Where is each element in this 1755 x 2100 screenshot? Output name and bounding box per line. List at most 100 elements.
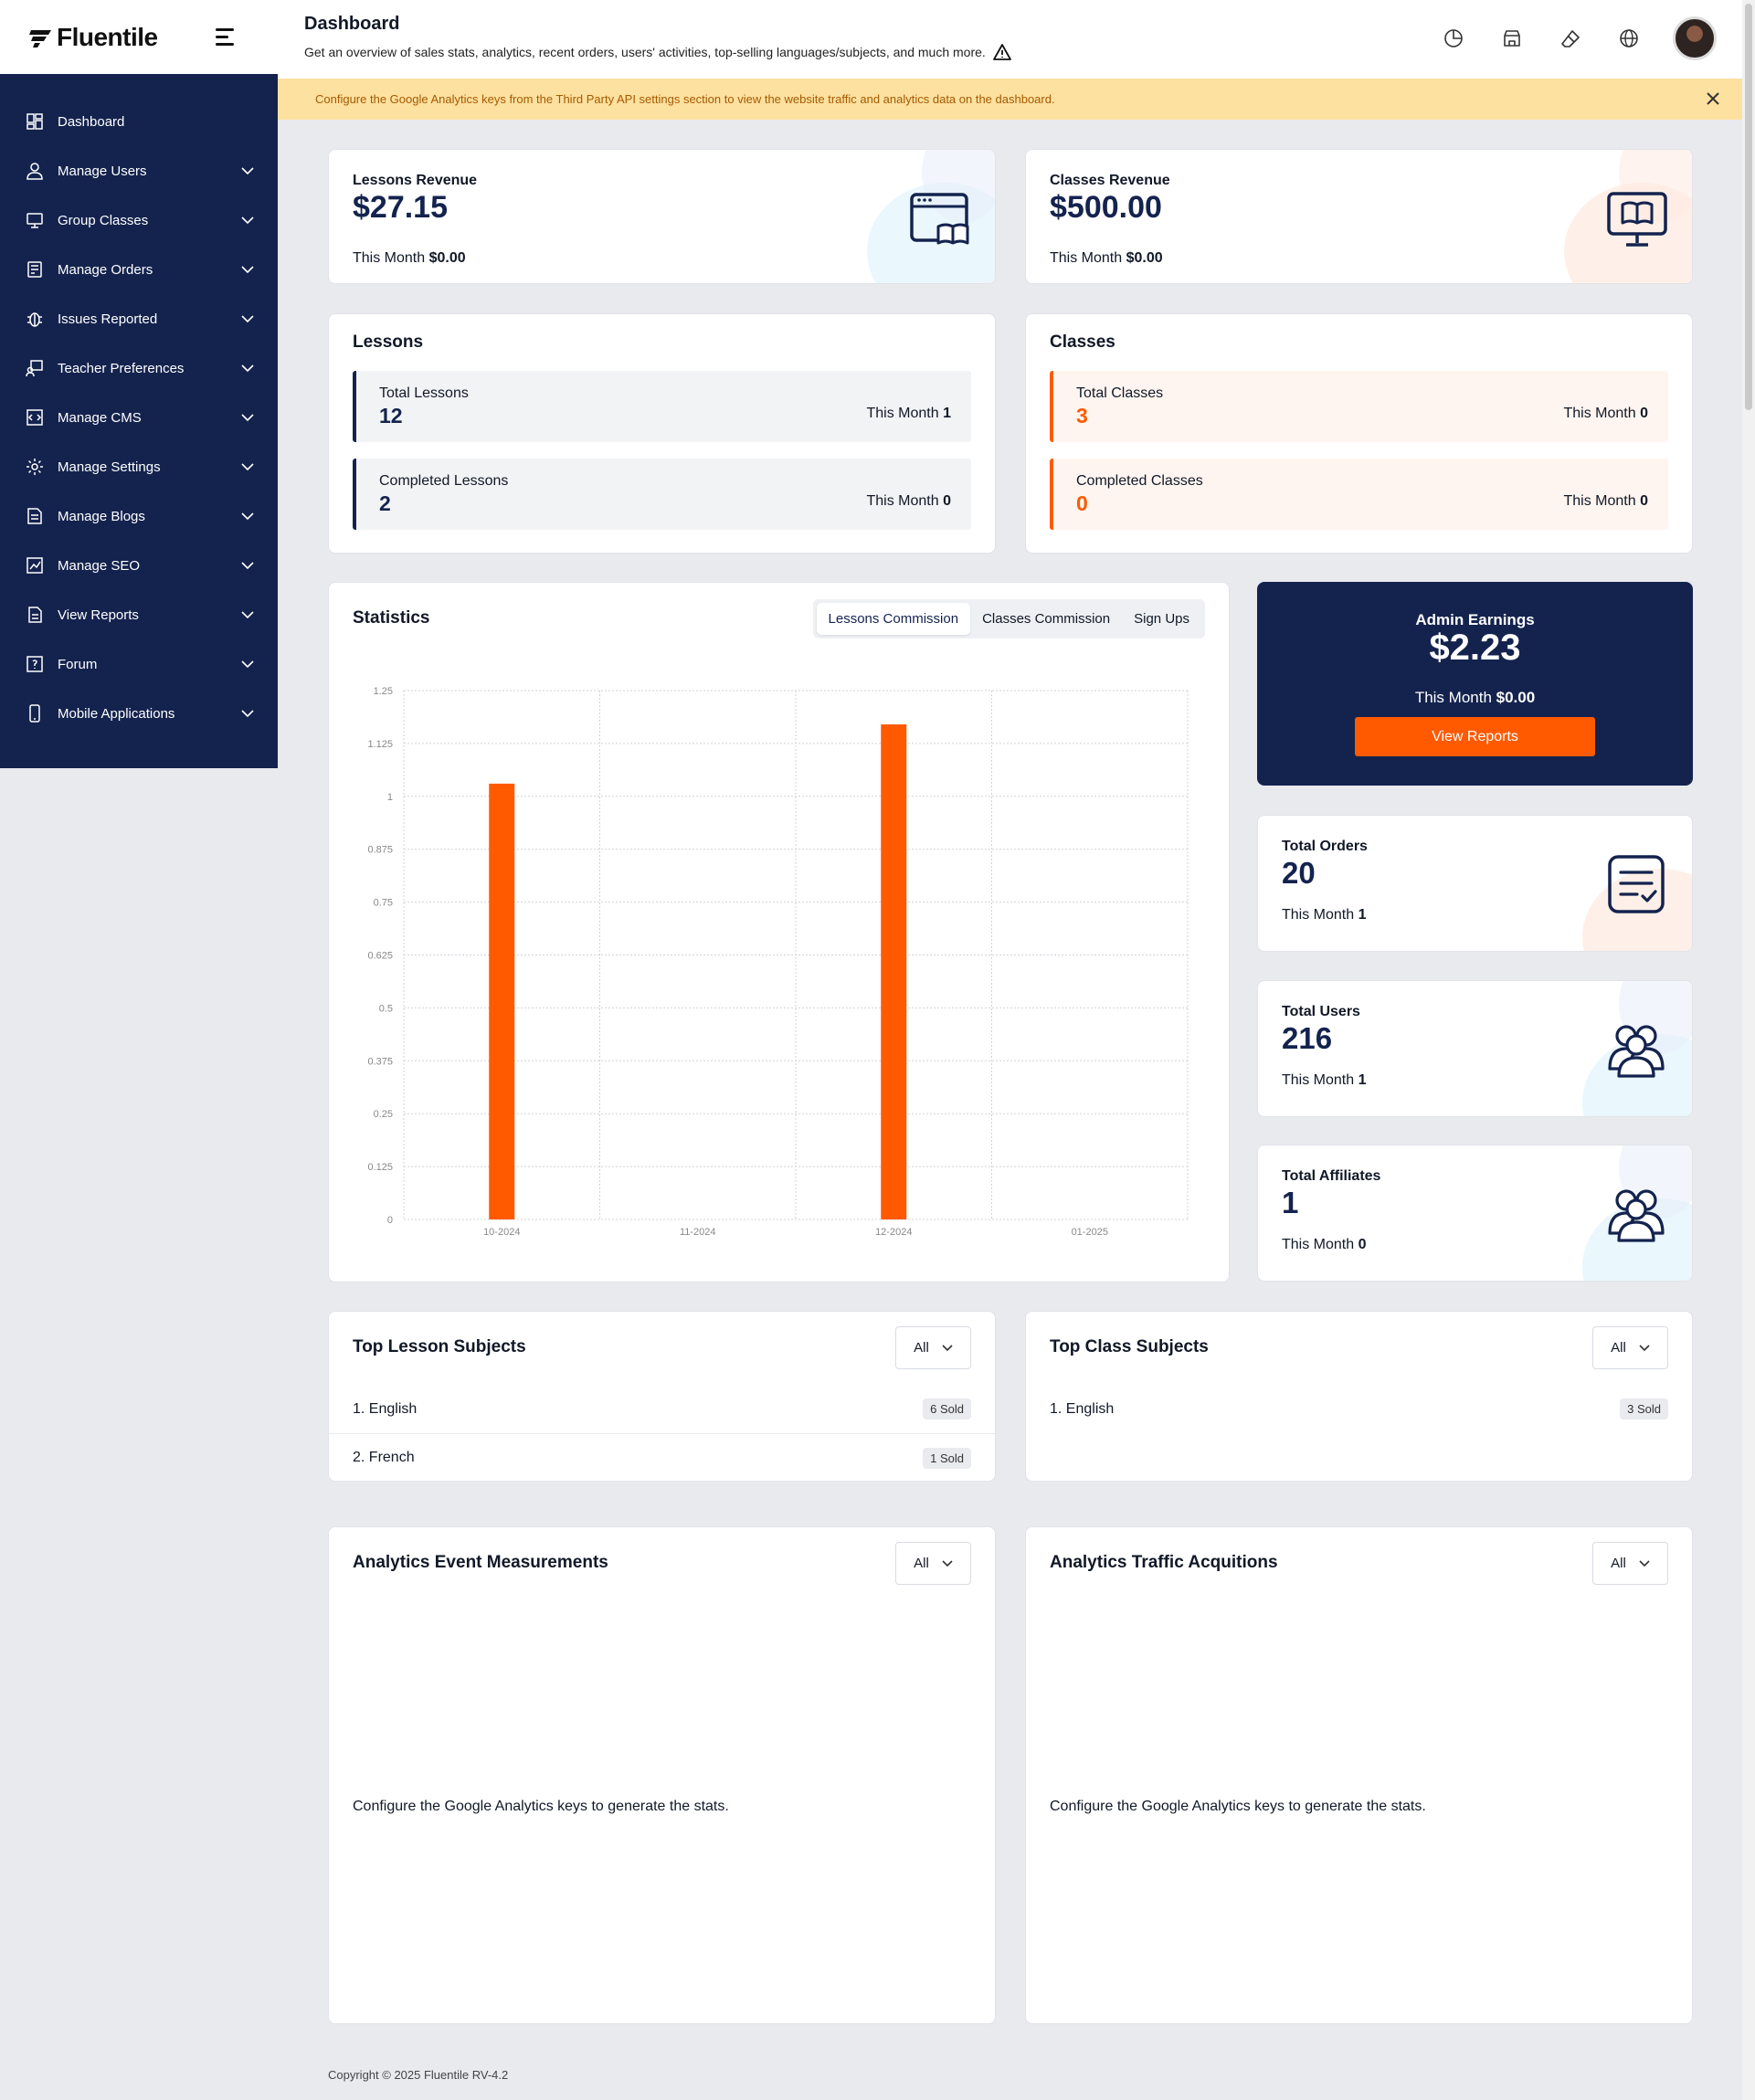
analytics-traffic-filter-select[interactable]: All [1592, 1542, 1668, 1585]
sidebar-item-manage-cms[interactable]: Manage CMS [0, 393, 278, 442]
chevron-down-icon[interactable] [239, 311, 256, 327]
top-lesson-filter-select[interactable]: All [895, 1326, 971, 1369]
chevron-down-icon[interactable] [239, 705, 256, 722]
admin-earnings-month: This Month $0.00 [1257, 689, 1693, 707]
eraser-icon[interactable] [1556, 24, 1585, 53]
sidebar-item-manage-users[interactable]: Manage Users [0, 146, 278, 195]
sidebar-item-forum[interactable]: Forum [0, 639, 278, 689]
analytics-warning-banner: Configure the Google Analytics keys from… [278, 79, 1742, 120]
sidebar-item-dashboard[interactable]: Dashboard [0, 97, 278, 146]
chevron-down-icon[interactable] [239, 163, 256, 179]
completed-classes-value: 0 [1076, 491, 1088, 515]
chevron-down-icon[interactable] [239, 508, 256, 524]
month-label: This Month [1414, 689, 1492, 706]
subject-name: 1. English [1050, 1400, 1115, 1417]
sidebar-item-group-classes[interactable]: Group Classes [0, 195, 278, 245]
total-affiliates-value: 1 [1282, 1186, 1299, 1219]
analytics-events-filter-select[interactable]: All [895, 1542, 971, 1585]
user-avatar[interactable] [1673, 16, 1717, 60]
analytics-events-card: Analytics Event Measurements All Configu… [328, 1526, 996, 2024]
total-classes-box: Total Classes 3 This Month 0 [1050, 371, 1668, 442]
sidebar-item-issues-reported[interactable]: Issues Reported [0, 294, 278, 343]
classes-title: Classes [1050, 332, 1115, 352]
chevron-down-icon [1639, 1559, 1650, 1567]
filter-value: All [914, 1340, 929, 1356]
globe-icon[interactable] [1614, 24, 1644, 53]
sidebar-nav: Dashboard Manage Users Group Classes Manage… [0, 74, 278, 738]
chevron-down-icon[interactable] [239, 212, 256, 228]
y-tick-label: 0.75 [374, 898, 393, 909]
brand-name: Fluentile [57, 22, 158, 51]
y-tick-label: 0.125 [367, 1162, 393, 1173]
warning-icon[interactable] [992, 44, 1011, 60]
list-item: 1. English 6 Sold [329, 1385, 995, 1433]
sidebar-item-view-reports[interactable]: View Reports [0, 590, 278, 639]
list-item: 2. French 1 Sold [329, 1433, 995, 1481]
online-lesson-icon [910, 193, 969, 245]
lessons-revenue-value: $27.15 [353, 190, 448, 225]
sidebar-item-label: Issues Reported [58, 311, 158, 327]
chevron-down-icon[interactable] [239, 557, 256, 574]
sidebar-item-manage-orders[interactable]: Manage Orders [0, 245, 278, 294]
chevron-down-icon[interactable] [239, 409, 256, 426]
total-classes-value: 3 [1076, 404, 1088, 427]
menu-toggle-icon[interactable] [216, 24, 243, 51]
chevron-down-icon[interactable] [239, 656, 256, 672]
total-users-card: Total Users 216 This Month 1 [1257, 980, 1693, 1117]
chevron-down-icon[interactable] [239, 261, 256, 278]
chevron-down-icon[interactable] [239, 459, 256, 475]
sidebar-item-label: Teacher Preferences [58, 360, 185, 376]
banner-text: Configure the Google Analytics keys from… [315, 92, 1055, 106]
list-item: 1. English 3 Sold [1026, 1385, 1692, 1433]
statistics-chart: 0 0.125 0.25 0.375 0.5 0.625 0.75 0.875 1 1.125 1.… [367, 686, 1189, 1238]
store-icon[interactable] [1497, 24, 1527, 53]
sidebar-item-manage-blogs[interactable]: Manage Blogs [0, 491, 278, 541]
sidebar-item-label: Manage Blogs [58, 508, 145, 524]
month-label: This Month [866, 493, 939, 509]
chart-pie-icon[interactable] [1439, 24, 1468, 53]
month-label: This Month [1563, 493, 1636, 509]
subject-name: 1. English [353, 1400, 418, 1417]
month-value: 1 [1358, 907, 1367, 923]
filter-value: All [914, 1556, 929, 1571]
lessons-revenue-card: Lessons Revenue $27.15 This Month $0.00 [328, 149, 996, 284]
footer-copyright: Copyright © 2025 Fluentile RV-4.2 [328, 2068, 509, 2082]
sold-badge: 3 Sold [1620, 1398, 1668, 1419]
total-affiliates-month: This Month 0 [1282, 1237, 1367, 1253]
chevron-down-icon[interactable] [239, 360, 256, 376]
blog-icon [26, 507, 44, 525]
brand-logo[interactable]: Fluentile [27, 23, 158, 52]
view-reports-button[interactable]: View Reports [1355, 717, 1595, 756]
month-value: 0 [1640, 406, 1648, 421]
completed-lessons-label: Completed Lessons [379, 473, 509, 489]
filter-value: All [1611, 1340, 1626, 1356]
month-label: This Month [1050, 250, 1123, 266]
chevron-down-icon[interactable] [239, 607, 256, 623]
month-value: $0.00 [1496, 689, 1536, 706]
lessons-stats-card: Lessons Total Lessons 12 This Month 1 Co… [328, 313, 996, 554]
sidebar-item-manage-seo[interactable]: Manage SEO [0, 541, 278, 590]
total-classes-month: This Month 0 [1564, 406, 1649, 422]
cms-icon [26, 408, 44, 427]
close-icon[interactable] [1702, 88, 1724, 110]
top-class-filter-select[interactable]: All [1592, 1326, 1668, 1369]
month-label: This Month [866, 406, 939, 421]
sidebar-item-label: Manage Settings [58, 459, 161, 475]
sidebar-item-teacher-preferences[interactable]: Teacher Preferences [0, 343, 278, 393]
sidebar-item-label: Dashboard [58, 113, 125, 130]
order-checklist-icon [1608, 855, 1665, 913]
sidebar-item-mobile-applications[interactable]: Mobile Applications [0, 689, 278, 738]
page-scrollbar[interactable] [1742, 0, 1755, 2100]
completed-lessons-month: This Month 0 [867, 493, 952, 510]
sidebar-item-manage-settings[interactable]: Manage Settings [0, 442, 278, 491]
scrollbar-thumb[interactable] [1745, 4, 1752, 410]
sidebar-item-label: View Reports [58, 607, 139, 623]
classes-revenue-value: $500.00 [1050, 190, 1162, 225]
total-lessons-month: This Month 1 [867, 406, 952, 422]
admin-earnings-label: Admin Earnings [1415, 611, 1535, 628]
month-label: This Month [1282, 1072, 1355, 1088]
top-header: Dashboard Get an overview of sales stats… [278, 0, 1742, 79]
y-tick-label: 0 [387, 1215, 393, 1226]
y-tick-label: 1 [387, 792, 393, 803]
month-value: 0 [1358, 1237, 1367, 1252]
